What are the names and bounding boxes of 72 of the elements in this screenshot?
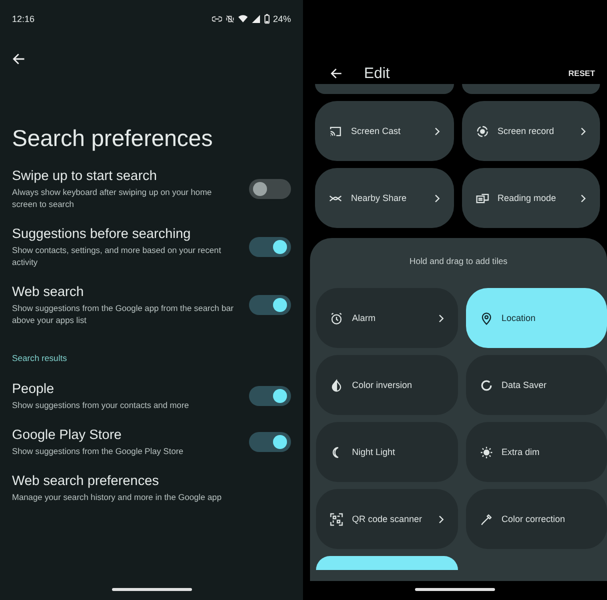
- tile-label: Color correction: [502, 514, 566, 524]
- battery-percentage: 24%: [272, 14, 291, 24]
- tile[interactable]: Data Saver: [466, 355, 607, 415]
- wifi-icon: [238, 15, 248, 23]
- tile-label: Alarm: [352, 313, 377, 323]
- location-pin-icon: [480, 312, 492, 324]
- tile[interactable]: Nearby Share: [315, 168, 454, 228]
- setting-title: Web search preferences: [12, 473, 160, 488]
- tile-label: Data Saver: [502, 380, 548, 390]
- tile-label: QR code scanner: [352, 514, 424, 524]
- signal-icon: [250, 15, 261, 23]
- setting-summary: Show suggestions from the Google Play Store: [12, 445, 184, 457]
- battery-icon: [264, 14, 270, 24]
- screen-title: Edit: [364, 64, 391, 82]
- tile-label: Color inversion: [352, 380, 414, 390]
- toggle-switch[interactable]: [249, 386, 291, 406]
- chevron-icon: [438, 314, 444, 322]
- setting-title: Suggestions before searching: [12, 226, 192, 241]
- setting-title: People: [12, 381, 56, 396]
- tile[interactable]: Color inversion: [316, 355, 458, 415]
- tile[interactable]: Color correction: [466, 489, 607, 549]
- tile[interactable]: QR code scanner: [316, 489, 458, 549]
- tile[interactable]: [316, 556, 458, 570]
- tile[interactable]: Screen Cast: [315, 101, 454, 161]
- tile-label: Screen Cast: [351, 126, 402, 136]
- cast-icon: [329, 124, 342, 138]
- alarm-clock-icon: [330, 312, 343, 324]
- sun-icon: [480, 446, 492, 458]
- reading-icon: [476, 192, 488, 204]
- page-title: Search preferences: [12, 125, 214, 152]
- tile-label: Reading mode: [498, 193, 558, 203]
- setting-summary: Always show keyboard after swiping up on your home screen to search: [12, 186, 213, 210]
- tile[interactable]: Location: [466, 288, 607, 348]
- setting-title: Web search: [12, 284, 85, 299]
- setting-summary: Show contacts, settings, and more based on your recent activity: [12, 244, 222, 268]
- back-arrow-icon[interactable]: [330, 66, 343, 80]
- toggle-switch[interactable]: [249, 179, 291, 199]
- tile[interactable]: [315, 84, 454, 94]
- ring-icon: [480, 378, 492, 392]
- half-drop-icon: [330, 378, 343, 392]
- section-header: Search results: [12, 353, 68, 363]
- tile[interactable]: [462, 84, 600, 94]
- vibrate-off-icon: [224, 15, 235, 23]
- setting-title: Google Play Store: [12, 427, 123, 442]
- tile-label: Screen record: [498, 126, 556, 136]
- tile-label: Location: [502, 313, 537, 323]
- qr-icon: [330, 512, 343, 526]
- chevron-icon: [580, 126, 586, 136]
- toggle-switch[interactable]: [249, 295, 291, 315]
- setting-summary: Manage your search history and more in the Google app: [12, 491, 222, 503]
- tile[interactable]: Alarm: [316, 288, 458, 348]
- tile-label: Nearby Share: [351, 193, 408, 203]
- drag-hint: Hold and drag to add tiles: [408, 256, 508, 266]
- tile[interactable]: Screen record: [462, 101, 600, 161]
- record-icon: [476, 124, 488, 138]
- back-arrow-icon[interactable]: [12, 52, 26, 66]
- toggle-switch[interactable]: [249, 237, 291, 257]
- reset-button[interactable]: RESET: [568, 68, 595, 78]
- tile-label: Night Light: [352, 447, 396, 457]
- tile[interactable]: Night Light: [316, 422, 458, 482]
- chevron-icon: [434, 194, 440, 202]
- setting-summary: Show suggestions from the Google app from the search bar above your apps list: [12, 302, 234, 326]
- tile-label: Extra dim: [502, 447, 541, 457]
- toggle-switch[interactable]: [249, 432, 291, 452]
- setting-summary: Show suggestions from your contacts and more: [12, 399, 189, 411]
- tile[interactable]: Extra dim: [466, 422, 607, 482]
- status-time: 12:16: [12, 14, 35, 24]
- chevron-icon: [438, 514, 444, 524]
- chevron-icon: [434, 126, 440, 136]
- tile[interactable]: Reading mode: [462, 168, 600, 228]
- setting-title: Swipe up to start search: [12, 168, 158, 183]
- chevron-icon: [580, 194, 586, 202]
